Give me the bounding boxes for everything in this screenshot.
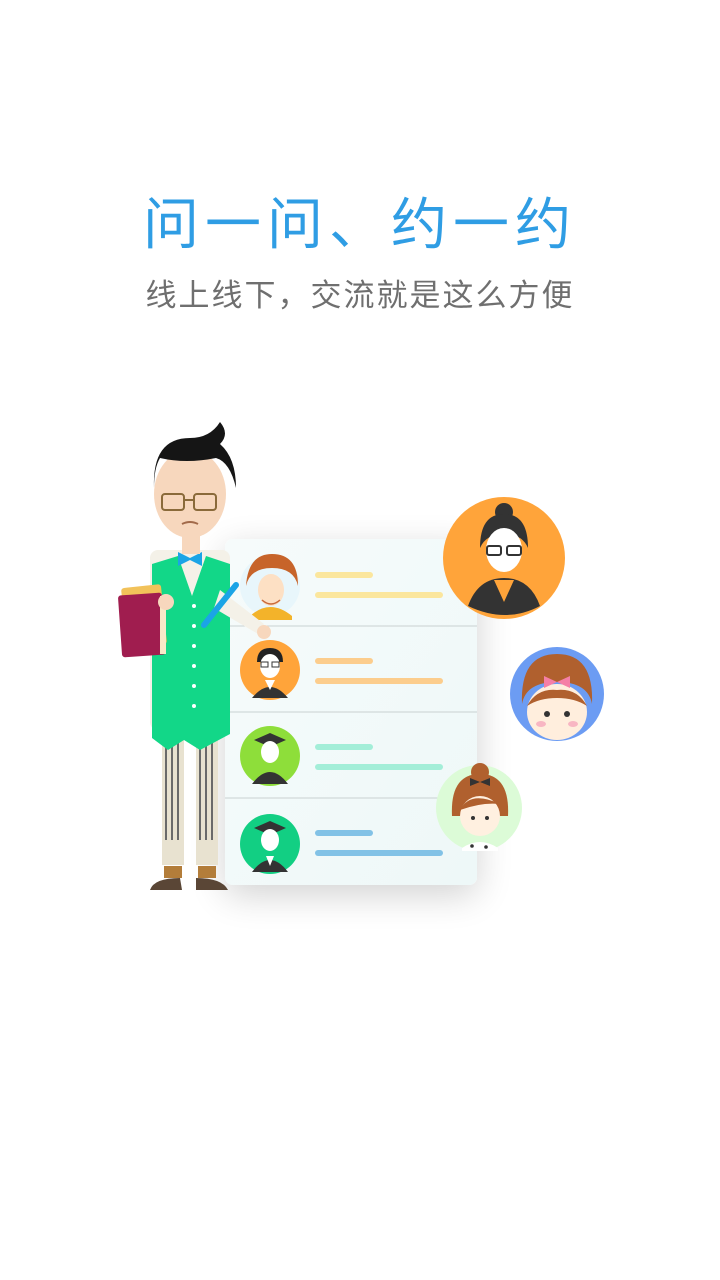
woman-teacher-avatar-icon (443, 497, 565, 619)
contact-list-card (225, 539, 477, 885)
glasses-man-avatar-icon (240, 640, 300, 700)
onboarding-illustration (118, 422, 604, 890)
graduate-man-avatar-icon (240, 814, 300, 874)
bow-girl-avatar-icon (510, 647, 604, 741)
onboarding-subtitle: 线上线下，交流就是这么方便 (145, 278, 575, 314)
graduate-avatar-icon (240, 726, 300, 786)
onboarding-title: 问一问、约一约 (143, 193, 577, 258)
